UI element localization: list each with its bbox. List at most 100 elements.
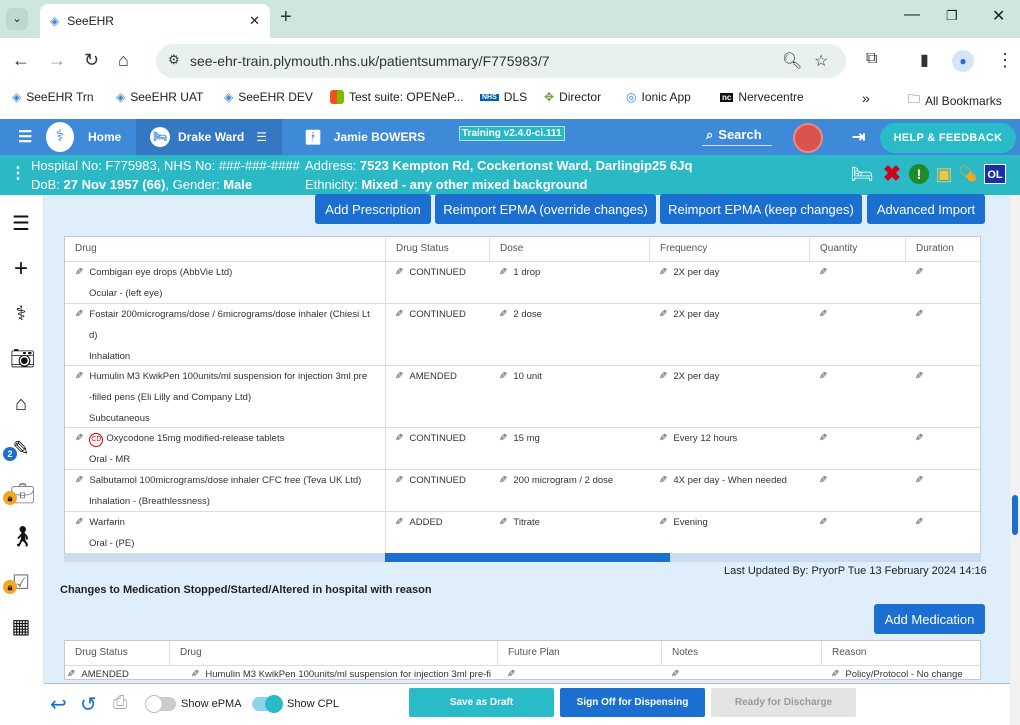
more-bookmarks-chevron[interactable]: » <box>862 90 870 106</box>
dose-cell[interactable]: ✎ 15 mg <box>499 428 540 449</box>
add-medication-button[interactable]: Add Medication <box>874 604 985 634</box>
edit-pencil-icon[interactable]: ✎ <box>395 262 403 283</box>
bookmark-nervecentre[interactable]: nc Nervecentre <box>720 90 804 104</box>
warning-exclamation-icon[interactable]: ! <box>909 164 929 184</box>
edit-pencil-icon[interactable]: ✎ <box>659 470 667 491</box>
user-avatar[interactable] <box>793 123 823 153</box>
forward-icon[interactable]: → <box>48 50 66 71</box>
stethoscope-icon[interactable]: ⚕ <box>10 303 32 325</box>
edit-pencil-icon[interactable]: ✎ <box>395 304 403 325</box>
changes-col-drug[interactable]: Drug <box>169 641 497 665</box>
edit-pencil-icon[interactable]: ✎ <box>499 428 507 449</box>
col-header-status[interactable]: Drug Status <box>385 237 489 261</box>
dose-cell[interactable]: ✎ 10 unit <box>499 366 542 387</box>
changes-status-cell[interactable]: ✎ AMENDED <box>67 664 129 679</box>
edit-pencil-icon[interactable]: ✎ <box>819 512 827 533</box>
ward-list-icon[interactable]: ☰ <box>256 130 267 144</box>
duration-cell[interactable]: ✎ <box>915 366 929 387</box>
duration-cell[interactable]: ✎ <box>915 262 929 283</box>
drug-cell[interactable]: ✎ CD Oxycodone 15mg modified-release table… <box>75 428 284 449</box>
url-omnibox[interactable]: ⚙ see-ehr-train.plymouth.nhs.uk/patients… <box>156 44 846 78</box>
quantity-cell[interactable]: ✎ <box>819 512 833 533</box>
side-panel-icon[interactable]: ▮ <box>920 50 929 70</box>
status-cell[interactable]: ✎ ADDED <box>395 512 443 533</box>
banner-menu-icon[interactable]: ⋮ <box>10 163 26 183</box>
site-info-icon[interactable]: ⚙ <box>168 52 180 68</box>
edit-pencil-icon[interactable]: ✎ <box>499 512 507 533</box>
edit-pencil-icon[interactable]: ✎ <box>75 470 83 491</box>
duration-cell[interactable]: ✎ <box>915 470 929 491</box>
edit-pencil-icon[interactable]: ✎ <box>395 470 403 491</box>
browser-tab[interactable]: ◈ SeeEHR ✕ <box>40 4 270 38</box>
profile-icon[interactable]: ● <box>952 50 974 72</box>
ready-discharge-button[interactable]: Ready for Discharge <box>711 688 856 717</box>
search-button[interactable]: ⌕ Search <box>702 124 772 146</box>
medication-pill-icon[interactable]: 💊︎ <box>958 163 978 185</box>
changes-notes-cell[interactable]: ✎ <box>671 664 685 679</box>
discharge-walk-icon[interactable]: 🚶︎ <box>10 526 35 548</box>
quantity-cell[interactable]: ✎ <box>819 262 833 283</box>
home-plus-icon[interactable]: ⌂ <box>10 393 32 415</box>
col-header-dose[interactable]: Dose <box>489 237 649 261</box>
edit-pencil-icon[interactable]: ✎ <box>659 262 667 283</box>
reload-icon[interactable]: ↻ <box>84 50 99 71</box>
dose-cell[interactable]: ✎ Titrate <box>499 512 540 533</box>
edit-pencil-icon[interactable]: ✎ <box>831 664 839 679</box>
xray-icon[interactable]: ▦ <box>10 616 32 638</box>
col-header-drug[interactable]: Drug <box>65 237 385 261</box>
edit-pencil-icon[interactable]: ✎ <box>191 664 199 679</box>
restore-icon[interactable]: ❐ <box>946 8 958 24</box>
edit-pencil-icon[interactable]: ✎ <box>819 366 827 387</box>
bookmark-seeehr-dev[interactable]: ◈ SeeEHR DEV <box>224 90 313 104</box>
status-cell[interactable]: ✎ CONTINUED <box>395 470 466 491</box>
drug-cell[interactable]: ✎ Humulin M3 KwikPen 100units/ml suspensi… <box>75 366 367 387</box>
undo-icon[interactable]: ↩ <box>50 692 67 717</box>
frequency-cell[interactable]: ✎ 2X per day <box>659 262 719 283</box>
status-cell[interactable]: ✎ CONTINUED <box>395 428 466 449</box>
status-cell[interactable]: ✎ CONTINUED <box>395 262 466 283</box>
changes-col-reason[interactable]: Reason <box>821 641 980 665</box>
edit-pencil-icon[interactable]: ✎ <box>915 304 923 325</box>
bookmark-seeehr-trn[interactable]: ◈ SeeEHR Trn <box>12 90 94 104</box>
ol-badge[interactable]: OL <box>984 164 1006 184</box>
changes-col-future-plan[interactable]: Future Plan <box>497 641 661 665</box>
tab-search-chevron-icon[interactable]: ⌄ <box>6 8 28 30</box>
reimport-override-button[interactable]: Reimport EPMA (override changes) <box>435 194 656 224</box>
browser-menu-icon[interactable]: ⋮ <box>996 50 1014 71</box>
edit-pencil-icon[interactable]: ✎ <box>499 262 507 283</box>
add-prescription-button[interactable]: Add Prescription <box>315 194 431 224</box>
edit-pencil-icon[interactable]: ✎ <box>915 512 923 533</box>
home-link[interactable]: Home <box>88 119 121 155</box>
dose-cell[interactable]: ✎ 200 microgram / 2 dose <box>499 470 613 491</box>
bed-status-icon[interactable]: 🛏︎ <box>848 163 876 185</box>
edit-pencil-icon[interactable]: ✎ <box>819 262 827 283</box>
changes-col-status[interactable]: Drug Status <box>65 641 169 665</box>
camera-icon[interactable]: 📷︎ <box>10 348 35 370</box>
history-icon[interactable]: ↺ <box>80 692 97 717</box>
list-icon[interactable]: ☰ <box>10 213 32 235</box>
bookmark-ionic-app[interactable]: ◎ Ionic App <box>626 90 691 104</box>
frequency-cell[interactable]: ✎ 4X per day - When needed <box>659 470 787 491</box>
frequency-cell[interactable]: ✎ Every 12 hours <box>659 428 737 449</box>
edit-pencil-icon[interactable]: ✎ <box>819 304 827 325</box>
frequency-cell[interactable]: ✎ 2X per day <box>659 366 719 387</box>
edit-pencil-icon[interactable]: ✎ <box>499 470 507 491</box>
edit-pencil-icon[interactable]: ✎ <box>659 512 667 533</box>
back-icon[interactable]: ← <box>12 50 30 71</box>
show-cpl-toggle[interactable] <box>252 695 283 713</box>
extensions-icon[interactable]: ⧉ <box>866 50 877 68</box>
changes-plan-cell[interactable]: ✎ <box>507 664 521 679</box>
frequency-cell[interactable]: ✎ Evening <box>659 512 708 533</box>
print-icon[interactable]: ⎙ <box>113 692 127 713</box>
quantity-cell[interactable]: ✎ <box>819 366 833 387</box>
new-tab-icon[interactable]: + <box>280 6 292 29</box>
save-draft-button[interactable]: Save as Draft <box>409 688 554 717</box>
home-icon[interactable]: ⌂ <box>118 50 129 71</box>
drug-cell[interactable]: ✎ Salbutamol 100micrograms/dose inhaler C… <box>75 470 361 491</box>
drug-cell[interactable]: ✎ Warfarin <box>75 512 125 533</box>
help-feedback-button[interactable]: HELP & FEEDBACK <box>880 123 1016 153</box>
edit-pencil-icon[interactable]: ✎ <box>67 664 75 679</box>
zoom-icon[interactable]: 🔍︎ <box>782 51 802 71</box>
close-tab-icon[interactable]: ✕ <box>249 13 260 29</box>
bookmark-seeehr-uat[interactable]: ◈ SeeEHR UAT <box>116 90 203 104</box>
